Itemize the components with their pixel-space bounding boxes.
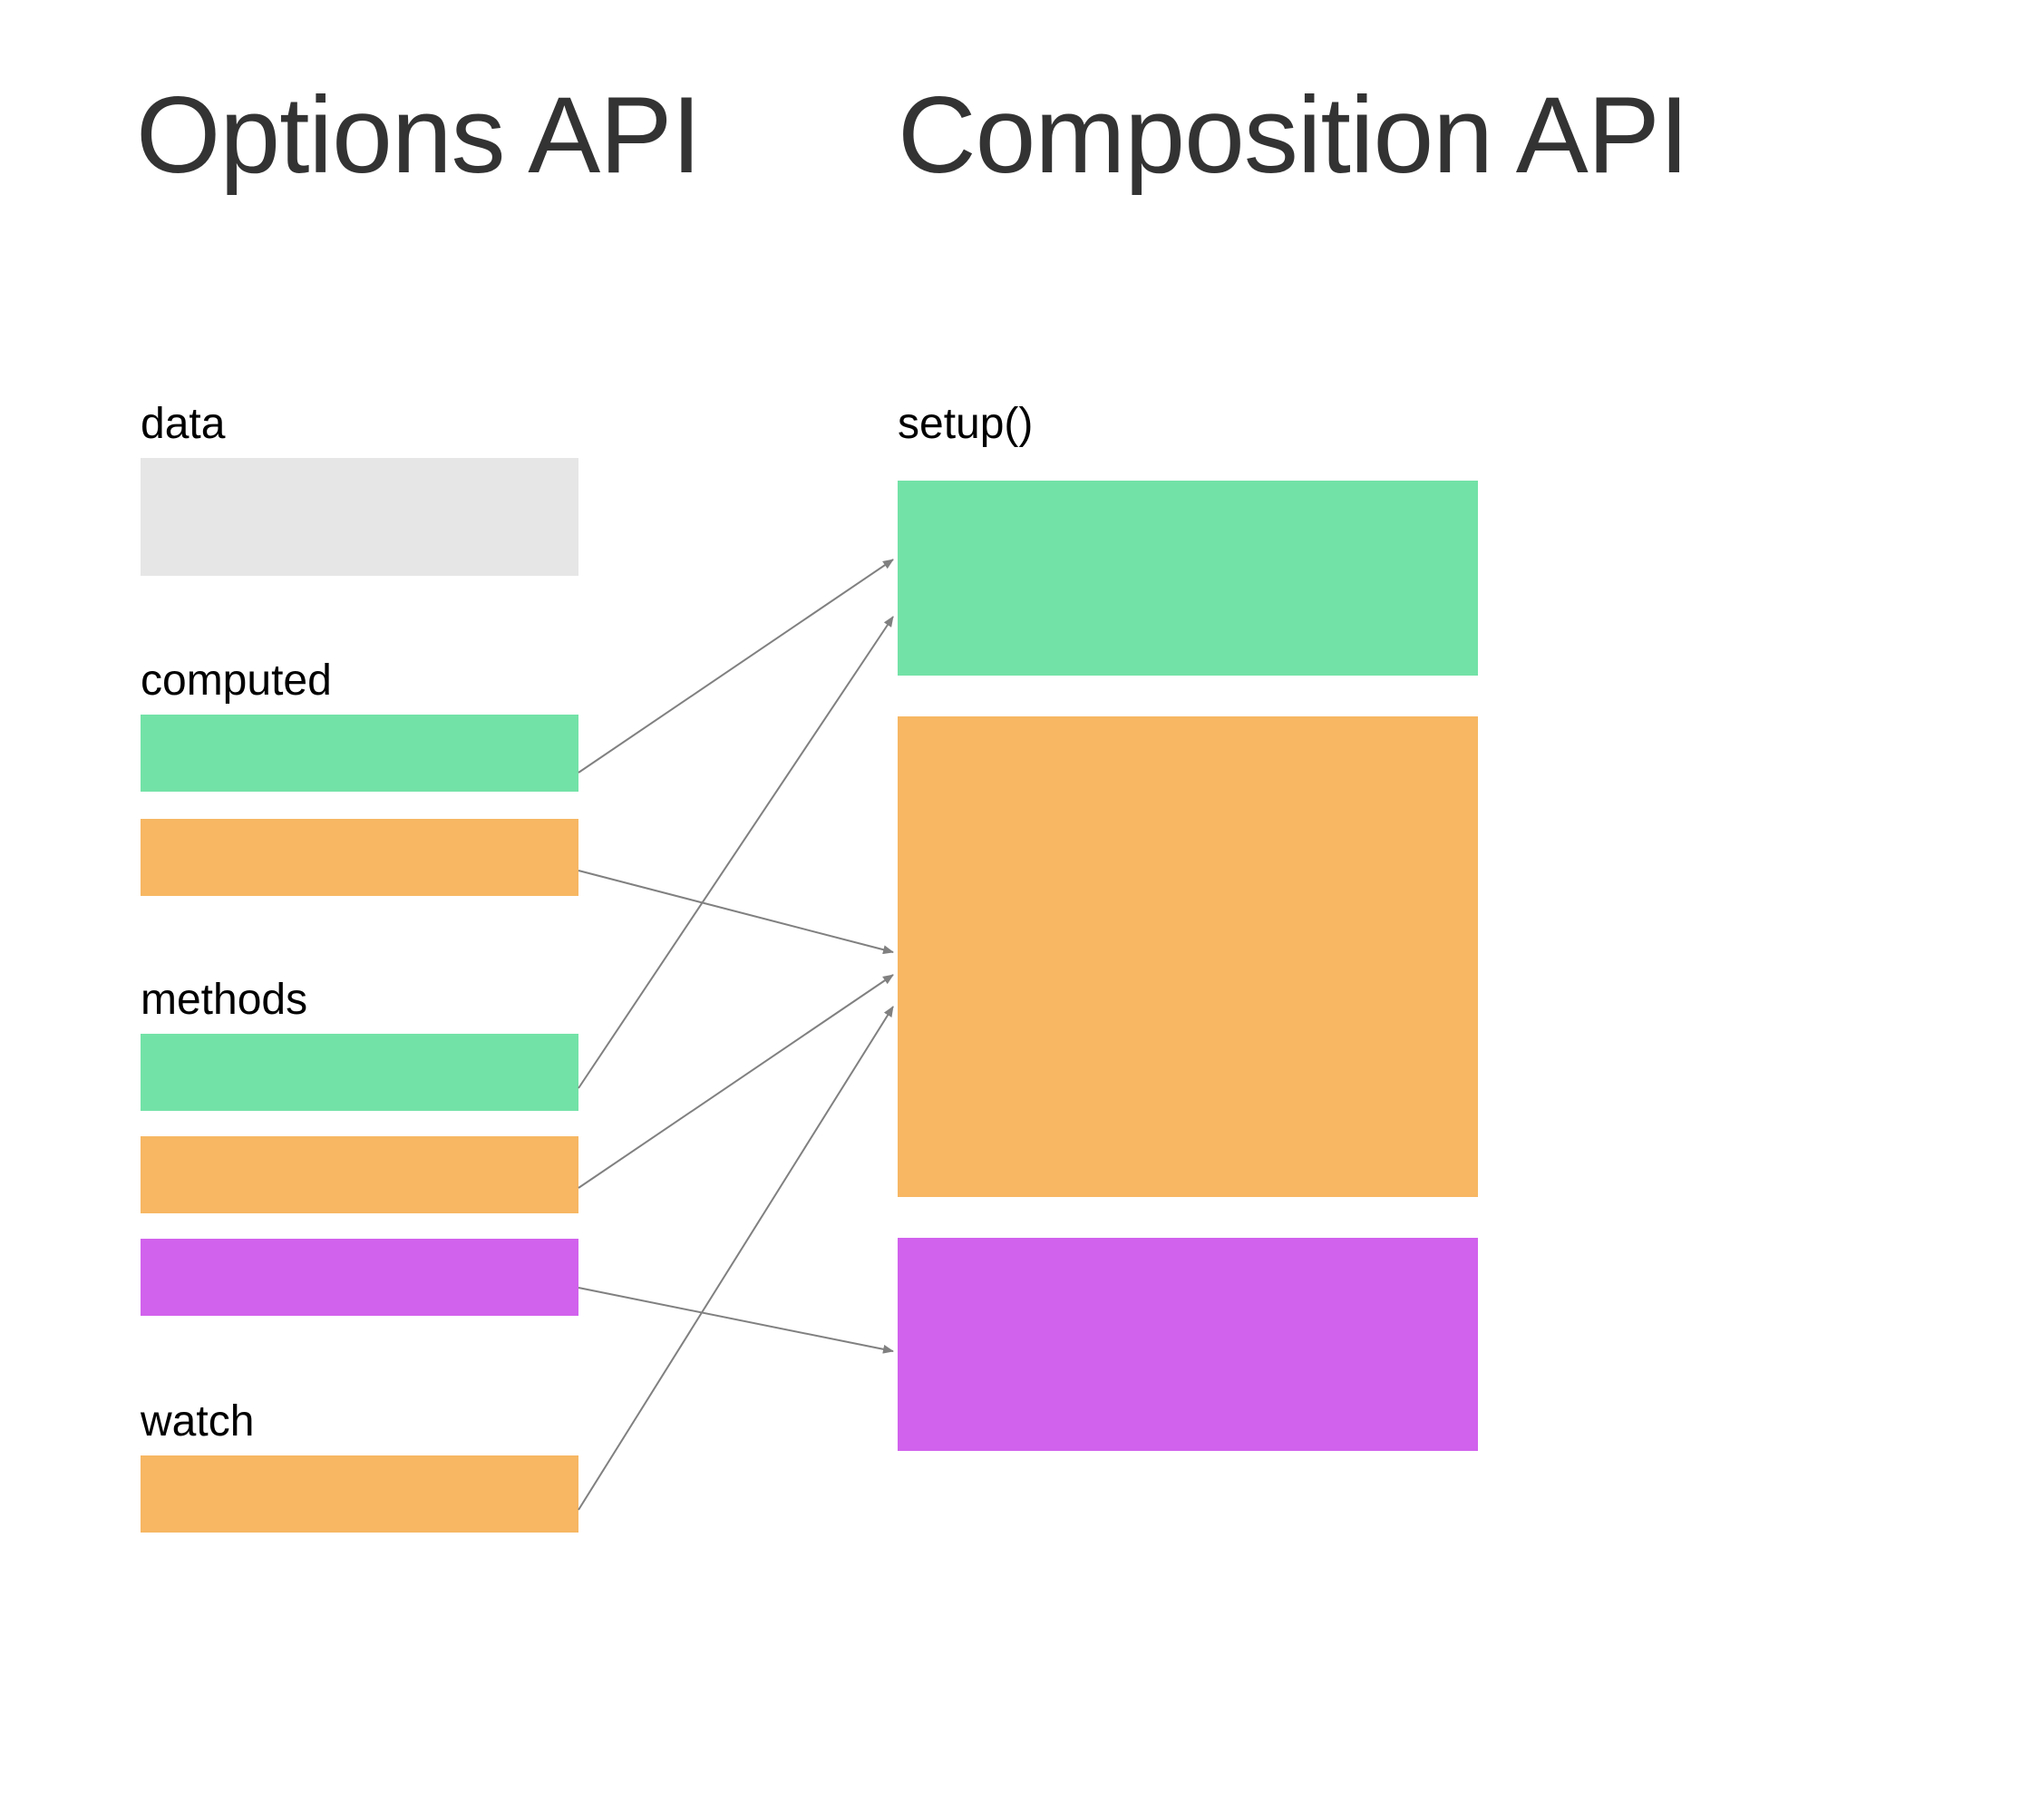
block-methods-orange: [141, 1136, 578, 1213]
heading-options-api: Options API: [136, 73, 701, 198]
block-methods-green: [141, 1034, 578, 1111]
arrow-methods-purple-to-setup-purple: [578, 1288, 893, 1351]
label-computed: computed: [141, 656, 332, 706]
block-computed-green: [141, 715, 578, 792]
arrow-computed-orange-to-setup-orange: [578, 871, 893, 952]
block-data-grey: [141, 458, 578, 576]
arrow-methods-orange-to-setup-orange: [578, 975, 893, 1188]
heading-composition-api: Composition API: [898, 73, 1688, 198]
arrow-computed-green-to-setup-green: [578, 560, 893, 773]
block-setup-green: [898, 481, 1478, 676]
label-methods: methods: [141, 975, 307, 1025]
arrow-watch-orange-to-setup-orange: [578, 1007, 893, 1510]
block-setup-orange: [898, 716, 1478, 1197]
block-methods-purple: [141, 1239, 578, 1316]
block-setup-purple: [898, 1238, 1478, 1451]
block-computed-orange: [141, 819, 578, 896]
label-setup: setup(): [898, 399, 1033, 449]
block-watch-orange: [141, 1455, 578, 1533]
arrow-methods-green-to-setup-green: [578, 617, 893, 1088]
label-watch: watch: [141, 1397, 254, 1446]
label-data: data: [141, 399, 225, 449]
diagram-container: Options API Composition API data compute…: [0, 0, 2041, 1820]
